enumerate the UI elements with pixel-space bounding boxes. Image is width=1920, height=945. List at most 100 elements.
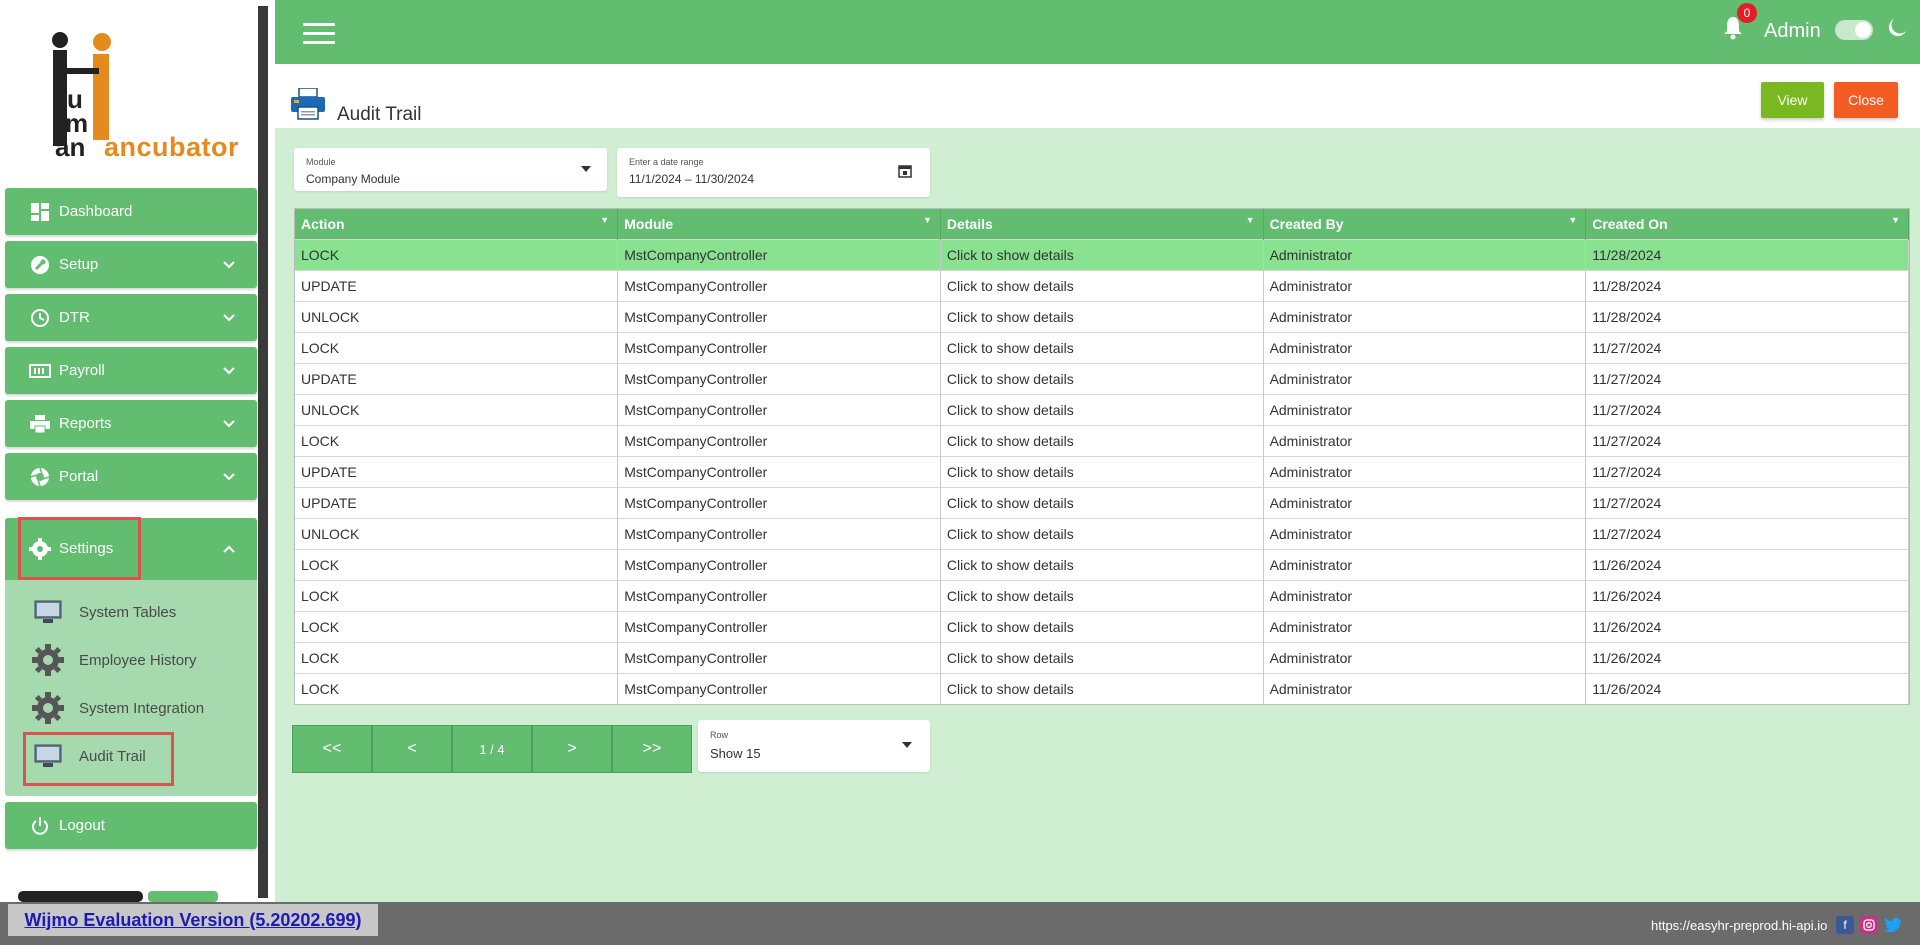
printer-icon [29, 413, 51, 435]
cell-module: MstCompanyController [617, 673, 941, 704]
sidebar-item-dtr[interactable]: DTR [5, 294, 257, 341]
cell-action: UPDATE [295, 487, 619, 519]
printer-icon [291, 88, 325, 120]
cell-details[interactable]: Click to show details [940, 580, 1264, 612]
table-row[interactable]: LOCK MstCompanyController Click to show de… [295, 239, 1909, 271]
table-row[interactable]: UPDATE MstCompanyController Click to show … [295, 270, 1909, 302]
table-row[interactable]: LOCK MstCompanyController Click to show de… [295, 549, 1909, 581]
highlight-box [23, 732, 174, 786]
column-header-label: Created By [1269, 216, 1344, 232]
sidebar-subitem-employee-history[interactable]: Employee History [31, 642, 197, 678]
cell-created-by: Administrator [1263, 332, 1587, 364]
chevron-down-icon [223, 470, 235, 484]
table-row[interactable]: LOCK MstCompanyController Click to show de… [295, 611, 1909, 643]
cell-module: MstCompanyController [617, 549, 941, 581]
sidebar-subitem-system-integration[interactable]: System Integration [31, 690, 204, 726]
hamburger-menu-icon[interactable] [303, 23, 335, 45]
cell-details[interactable]: Click to show details [940, 673, 1264, 704]
aperture-icon [29, 466, 51, 488]
top-bar: 0 Admin [275, 0, 1920, 64]
cell-created-on: 11/26/2024 [1585, 580, 1909, 612]
sidebar-item-dashboard[interactable]: Dashboard [5, 188, 257, 235]
cell-action: LOCK [295, 239, 619, 271]
cell-created-on: 11/26/2024 [1585, 611, 1909, 643]
twitter-icon[interactable] [1884, 916, 1902, 934]
column-header-details[interactable]: Details ▼ [940, 209, 1264, 240]
cell-module: MstCompanyController [617, 239, 941, 271]
wijmo-evaluation-link[interactable]: Wijmo Evaluation Version (5.20202.699) [8, 904, 378, 936]
footer-url[interactable]: https://easyhr-preprod.hi-api.io [1651, 918, 1827, 933]
cell-details[interactable]: Click to show details [940, 487, 1264, 519]
filter-icon[interactable]: ▼ [1568, 215, 1577, 225]
highlight-box [18, 517, 141, 580]
theme-toggle[interactable] [1835, 20, 1873, 40]
cell-details[interactable]: Click to show details [940, 611, 1264, 643]
cell-action: LOCK [295, 580, 619, 612]
logout-button[interactable]: Logout [5, 802, 257, 849]
cell-details[interactable]: Click to show details [940, 301, 1264, 333]
facebook-icon[interactable]: f [1836, 916, 1854, 934]
filter-icon[interactable]: ▼ [1246, 215, 1255, 225]
table-row[interactable]: UNLOCK MstCompanyController Click to show … [295, 301, 1909, 333]
cell-details[interactable]: Click to show details [940, 239, 1264, 271]
view-button[interactable]: View [1761, 82, 1824, 118]
chevron-down-icon [223, 258, 235, 272]
rows-per-page-select[interactable]: Row Show 15 [698, 720, 930, 772]
cell-details[interactable]: Click to show details [940, 363, 1264, 395]
filter-icon[interactable]: ▼ [1891, 215, 1900, 225]
rows-label: Row [710, 730, 729, 740]
cell-created-on: 11/28/2024 [1585, 239, 1909, 271]
instagram-icon[interactable] [1860, 916, 1878, 934]
cell-details[interactable]: Click to show details [940, 425, 1264, 457]
sidebar-scrollbar[interactable] [258, 6, 268, 898]
column-header-created-on[interactable]: Created On ▼ [1585, 209, 1909, 240]
table-row[interactable]: LOCK MstCompanyController Click to show de… [295, 673, 1909, 704]
table-row[interactable]: UPDATE MstCompanyController Click to show … [295, 363, 1909, 395]
cell-details[interactable]: Click to show details [940, 332, 1264, 364]
cell-details[interactable]: Click to show details [940, 394, 1264, 426]
filter-icon[interactable]: ▼ [923, 215, 932, 225]
table-row[interactable]: UNLOCK MstCompanyController Click to show … [295, 394, 1909, 426]
table-row[interactable]: LOCK MstCompanyController Click to show de… [295, 425, 1909, 457]
calendar-icon[interactable] [898, 164, 912, 178]
table-row[interactable]: UNLOCK MstCompanyController Click to show … [295, 518, 1909, 550]
user-label[interactable]: Admin [1764, 20, 1821, 43]
filter-icon[interactable]: ▼ [600, 215, 609, 225]
sidebar-subitem-system-tables[interactable]: System Tables [31, 594, 176, 630]
sidebar-subitem-label: System Integration [79, 699, 205, 717]
cell-created-by: Administrator [1263, 301, 1587, 333]
sidebar-item-portal[interactable]: Portal [5, 453, 257, 500]
column-header-action[interactable]: Action ▼ [295, 209, 619, 240]
sidebar: u m an ancubator Dashboard Setup DTR Pay… [0, 0, 258, 902]
cell-details[interactable]: Click to show details [940, 518, 1264, 550]
date-range-input[interactable]: Enter a date range 11/1/2024 – 11/30/202… [617, 148, 930, 197]
table-row[interactable]: LOCK MstCompanyController Click to show de… [295, 332, 1909, 364]
close-button[interactable]: Close [1834, 82, 1898, 118]
table-row[interactable]: UPDATE MstCompanyController Click to show … [295, 487, 1909, 519]
wrench-icon [29, 254, 51, 276]
cell-module: MstCompanyController [617, 580, 941, 612]
cell-created-by: Administrator [1263, 394, 1587, 426]
prev-page-button[interactable]: < [372, 725, 452, 773]
cell-details[interactable]: Click to show details [940, 270, 1264, 302]
column-header-created-by[interactable]: Created By ▼ [1263, 209, 1587, 240]
first-page-button[interactable]: << [292, 725, 372, 773]
module-select[interactable]: Module Company Module [294, 148, 607, 191]
cell-created-by: Administrator [1263, 487, 1587, 519]
cell-details[interactable]: Click to show details [940, 456, 1264, 488]
cell-details[interactable]: Click to show details [940, 549, 1264, 581]
sidebar-item-setup[interactable]: Setup [5, 241, 257, 288]
column-header-module[interactable]: Module ▼ [617, 209, 941, 240]
last-page-button[interactable]: >> [612, 725, 692, 773]
cell-created-by: Administrator [1263, 580, 1587, 612]
sidebar-item-reports[interactable]: Reports [5, 400, 257, 447]
chevron-down-icon [223, 311, 235, 325]
next-page-button[interactable]: > [532, 725, 612, 773]
cell-details[interactable]: Click to show details [940, 642, 1264, 674]
table-row[interactable]: LOCK MstCompanyController Click to show de… [295, 580, 1909, 612]
table-row[interactable]: LOCK MstCompanyController Click to show de… [295, 642, 1909, 674]
sidebar-item-payroll[interactable]: Payroll [5, 347, 257, 394]
monitor-icon [31, 595, 65, 629]
grid-header-row: Action ▼ Module ▼ Details ▼ Created By ▼ Cre… [295, 209, 1909, 240]
table-row[interactable]: UPDATE MstCompanyController Click to show … [295, 456, 1909, 488]
